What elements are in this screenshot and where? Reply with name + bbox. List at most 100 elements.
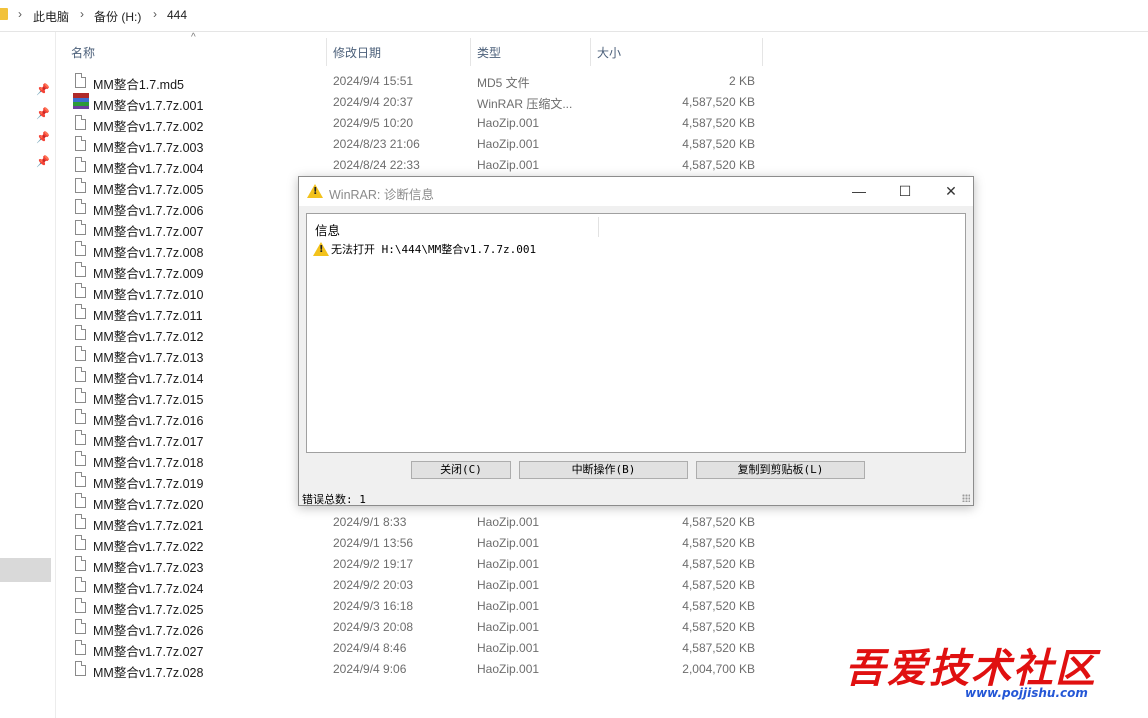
list-column-divider[interactable] (598, 217, 599, 237)
file-name: MM整合v1.7.7z.016 (93, 414, 204, 428)
chevron-right-icon: › (153, 7, 157, 21)
column-header-date[interactable]: 修改日期 (327, 38, 469, 64)
file-date: 2024/9/4 8:46 (333, 641, 407, 655)
column-header-type[interactable]: 类型 (471, 38, 589, 64)
file-icon (75, 262, 86, 277)
watermark-url: www.pojjishu.com (965, 686, 1088, 700)
diagnostic-message-list[interactable]: 信息 ! 无法打开 H:\444\MM整合v1.7.7z.001 (306, 213, 966, 453)
file-row[interactable]: MM整合v1.7.7z.002 2024/9/5 10:20 HaoZip.001 4… (60, 113, 770, 134)
file-icon (75, 409, 86, 424)
file-name: MM整合v1.7.7z.027 (93, 645, 204, 659)
file-row[interactable]: MM整合v1.7.7z.003 2024/8/23 21:06 HaoZip.001… (60, 134, 770, 155)
file-size: 4,587,520 KB (682, 578, 755, 592)
file-row[interactable]: MM整合v1.7.7z.028 2024/9/4 9:06 HaoZip.001 2,… (60, 659, 770, 680)
file-type: HaoZip.001 (477, 599, 540, 613)
chevron-right-icon: › (18, 7, 22, 21)
close-window-button[interactable]: ✕ (931, 180, 971, 202)
file-type: HaoZip.001 (477, 641, 540, 655)
file-row[interactable]: MM整合v1.7.7z.026 2024/9/3 20:08 HaoZip.001 4… (60, 617, 770, 638)
file-name: MM整合v1.7.7z.023 (93, 561, 204, 575)
file-row[interactable]: MM整合v1.7.7z.024 2024/9/2 20:03 HaoZip.001 4… (60, 575, 770, 596)
warning-icon: ! (313, 242, 329, 256)
file-icon (75, 115, 86, 130)
dialog-titlebar[interactable]: ! WinRAR: 诊断信息 — ☐ ✕ (299, 177, 973, 206)
file-name: MM整合v1.7.7z.004 (93, 162, 204, 176)
file-type: HaoZip.001 (477, 515, 540, 529)
file-name: MM整合v1.7.7z.011 (93, 309, 203, 323)
breadcrumb-drive-h[interactable]: 备份 (H:) (94, 8, 141, 25)
file-type: HaoZip.001 (477, 662, 540, 676)
breadcrumb-folder-444[interactable]: 444 (167, 8, 187, 22)
file-row[interactable]: MM整合v1.7.7z.027 2024/9/4 8:46 HaoZip.001 4,… (60, 638, 770, 659)
column-header-size[interactable]: 大小 (591, 38, 761, 64)
copy-to-clipboard-button[interactable]: 复制到剪贴板(L) (696, 461, 865, 479)
navigation-pane[interactable]: 📌 📌 📌 📌 (0, 32, 56, 718)
file-name: MM整合v1.7.7z.001 (93, 99, 204, 113)
file-name: MM整合v1.7.7z.028 (93, 666, 204, 680)
file-icon (75, 220, 86, 235)
file-name: MM整合v1.7.7z.022 (93, 540, 204, 554)
file-date: 2024/9/3 16:18 (333, 599, 414, 613)
file-type: HaoZip.001 (477, 158, 540, 172)
file-row[interactable]: MM整合v1.7.7z.025 2024/9/3 16:18 HaoZip.001 4… (60, 596, 770, 617)
file-name: MM整合v1.7.7z.015 (93, 393, 204, 407)
file-icon (75, 304, 86, 319)
file-size: 4,587,520 KB (682, 137, 755, 151)
file-size: 4,587,520 KB (682, 116, 755, 130)
resize-grip-icon[interactable] (962, 494, 970, 502)
close-button[interactable]: 关闭(C) (411, 461, 511, 479)
file-name: MM整合v1.7.7z.017 (93, 435, 204, 449)
breadcrumb-this-pc[interactable]: 此电脑 (33, 8, 69, 25)
file-type: MD5 文件 (477, 76, 530, 90)
minimize-button[interactable]: — (839, 180, 879, 202)
folder-icon (0, 8, 8, 20)
file-date: 2024/9/4 9:06 (333, 662, 407, 676)
file-row[interactable]: MM整合v1.7.7z.021 2024/9/1 8:33 HaoZip.001 4,… (60, 512, 770, 533)
warning-icon: ! (307, 184, 323, 198)
file-name: MM整合v1.7.7z.012 (93, 330, 204, 344)
file-type: HaoZip.001 (477, 578, 540, 592)
file-size: 4,587,520 KB (682, 557, 755, 571)
file-name: MM整合v1.7.7z.006 (93, 204, 204, 218)
file-icon (75, 388, 86, 403)
dialog-title: WinRAR: 诊断信息 (329, 188, 434, 202)
file-icon (75, 283, 86, 298)
file-date: 2024/9/3 20:08 (333, 620, 414, 634)
file-name: MM整合v1.7.7z.024 (93, 582, 204, 596)
file-name: MM整合v1.7.7z.021 (93, 519, 204, 533)
file-name: MM整合v1.7.7z.010 (93, 288, 204, 302)
diagnostic-message[interactable]: 无法打开 H:\444\MM整合v1.7.7z.001 (331, 241, 536, 257)
file-name: MM整合v1.7.7z.019 (93, 477, 204, 491)
file-row[interactable]: MM整合v1.7.7z.022 2024/9/1 13:56 HaoZip.001 4… (60, 533, 770, 554)
file-row[interactable]: MM整合v1.7.7z.004 2024/8/24 22:33 HaoZip.001… (60, 155, 770, 176)
file-name: MM整合v1.7.7z.009 (93, 267, 204, 281)
file-size: 4,587,520 KB (682, 515, 755, 529)
pin-icon: 📌 (36, 108, 50, 120)
abort-button[interactable]: 中断操作(B) (519, 461, 688, 479)
nav-selected-item[interactable] (0, 558, 51, 582)
file-icon (75, 514, 86, 529)
file-date: 2024/9/2 20:03 (333, 578, 414, 592)
file-type: HaoZip.001 (477, 557, 540, 571)
file-date: 2024/9/5 10:20 (333, 116, 414, 130)
file-size: 4,587,520 KB (682, 158, 755, 172)
file-date: 2024/9/1 13:56 (333, 536, 414, 550)
file-name: MM整合v1.7.7z.008 (93, 246, 204, 260)
file-row[interactable]: MM整合v1.7.7z.001 2024/9/4 20:37 WinRAR 压缩文.… (60, 92, 770, 113)
file-size: 4,587,520 KB (682, 620, 755, 634)
column-header-name[interactable]: 名称 (60, 38, 326, 64)
file-row[interactable]: MM整合v1.7.7z.023 2024/9/2 19:17 HaoZip.001 4… (60, 554, 770, 575)
file-date: 2024/8/24 22:33 (333, 158, 420, 172)
file-type: HaoZip.001 (477, 137, 540, 151)
list-header-info[interactable]: 信息 (315, 220, 340, 239)
maximize-button[interactable]: ☐ (885, 180, 925, 202)
address-bar[interactable]: › 此电脑 › 备份 (H:) › 444 (0, 0, 1148, 32)
file-type: HaoZip.001 (477, 536, 540, 550)
file-icon (75, 640, 86, 655)
file-name: MM整合1.7.md5 (93, 78, 184, 92)
file-date: 2024/9/4 20:37 (333, 95, 414, 109)
file-row[interactable]: MM整合1.7.md5 2024/9/4 15:51 MD5 文件 2 KB (60, 71, 770, 92)
column-divider[interactable] (762, 38, 763, 66)
file-size: 4,587,520 KB (682, 536, 755, 550)
file-name: MM整合v1.7.7z.007 (93, 225, 204, 239)
